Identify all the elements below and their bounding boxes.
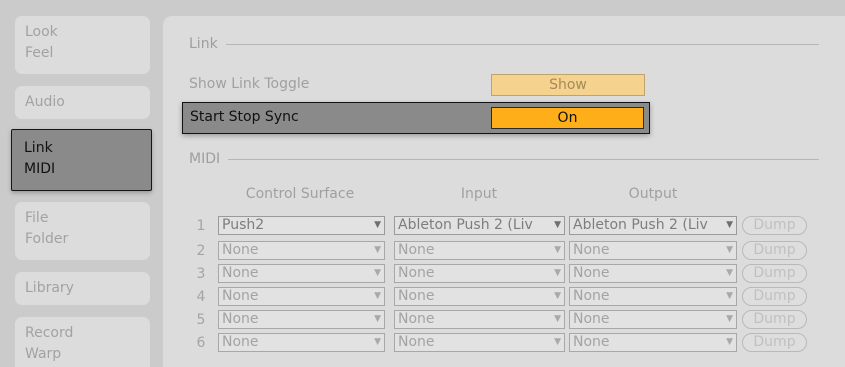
control-surface-dropdown[interactable]: None ▼: [218, 333, 385, 352]
output-dropdown[interactable]: Ableton Push 2 (Liv ▼: [569, 216, 737, 235]
chevron-down-icon: ▼: [554, 245, 561, 255]
dump-button[interactable]: Dump: [742, 310, 807, 329]
chevron-down-icon: ▼: [374, 268, 381, 278]
sidebar-tab-label: MIDI: [24, 161, 56, 177]
link-section-header: Link: [189, 36, 819, 52]
row-number: 6: [196, 335, 206, 351]
sidebar-tab-link-midi[interactable]: Link MIDI: [11, 129, 152, 191]
output-dropdown[interactable]: None ▼: [569, 287, 737, 306]
show-link-toggle-button[interactable]: Show: [491, 74, 645, 96]
sidebar-tab-label: Warp: [25, 346, 62, 362]
dropdown-value: None: [398, 311, 435, 327]
chevron-down-icon: ▼: [726, 314, 733, 324]
row-number: 1: [196, 218, 206, 234]
midi-section-title: MIDI: [189, 151, 221, 167]
chevron-down-icon: ▼: [554, 337, 561, 347]
dropdown-value: None: [222, 265, 259, 281]
input-dropdown[interactable]: None ▼: [394, 310, 565, 329]
chevron-down-icon: ▼: [374, 314, 381, 324]
dropdown-value: None: [398, 288, 435, 304]
chevron-down-icon: ▼: [726, 220, 733, 230]
sidebar-tab-label: File: [25, 210, 49, 226]
dropdown-value: None: [573, 242, 610, 258]
input-dropdown[interactable]: None ▼: [394, 287, 565, 306]
dump-button[interactable]: Dump: [742, 264, 807, 283]
dump-button[interactable]: Dump: [742, 333, 807, 352]
dropdown-value: None: [222, 242, 259, 258]
sidebar-tab-label: Record: [25, 325, 74, 341]
dropdown-value: None: [222, 334, 259, 350]
dropdown-value: Ableton Push 2 (Liv: [573, 217, 708, 233]
dump-button[interactable]: Dump: [742, 241, 807, 260]
sidebar-tab-label: Link: [24, 140, 53, 156]
show-link-toggle-label: Show Link Toggle: [189, 76, 310, 92]
control-surface-dropdown[interactable]: Push2 ▼: [218, 216, 385, 235]
sidebar-tab-audio[interactable]: Audio: [15, 86, 150, 119]
dropdown-value: Push2: [222, 217, 265, 233]
dropdown-value: None: [398, 242, 435, 258]
sidebar-tab-record-warp[interactable]: Record Warp: [15, 317, 150, 367]
dropdown-value: None: [573, 265, 610, 281]
dropdown-value: None: [398, 334, 435, 350]
input-dropdown[interactable]: None ▼: [394, 333, 565, 352]
show-link-toggle-row: Show Link Toggle: [189, 76, 309, 92]
column-header-control-surface: Control Surface: [245, 186, 355, 202]
chevron-down-icon: ▼: [374, 245, 381, 255]
sidebar-tab-file-folder[interactable]: File Folder: [15, 202, 150, 260]
dropdown-value: None: [222, 311, 259, 327]
dropdown-value: None: [573, 334, 610, 350]
row-number: 3: [196, 266, 206, 282]
chevron-down-icon: ▼: [726, 268, 733, 278]
row-number: 5: [196, 312, 206, 328]
input-dropdown[interactable]: Ableton Push 2 (Liv ▼: [394, 216, 565, 235]
dump-button[interactable]: Dump: [742, 216, 807, 235]
sidebar-tab-label: Feel: [25, 45, 54, 61]
dropdown-value: None: [573, 311, 610, 327]
chevron-down-icon: ▼: [554, 314, 561, 324]
dropdown-value: None: [222, 288, 259, 304]
start-stop-sync-label: Start Stop Sync: [190, 109, 299, 125]
row-number: 2: [196, 243, 206, 259]
chevron-down-icon: ▼: [374, 337, 381, 347]
chevron-down-icon: ▼: [726, 337, 733, 347]
input-dropdown[interactable]: None ▼: [394, 264, 565, 283]
column-header-input: Input: [460, 186, 498, 202]
chevron-down-icon: ▼: [374, 291, 381, 301]
output-dropdown[interactable]: None ▼: [569, 310, 737, 329]
output-dropdown[interactable]: None ▼: [569, 264, 737, 283]
chevron-down-icon: ▼: [554, 220, 561, 230]
chevron-down-icon: ▼: [374, 220, 381, 230]
start-stop-sync-button[interactable]: On: [491, 107, 644, 129]
row-number: 4: [196, 289, 206, 305]
output-dropdown[interactable]: None ▼: [569, 241, 737, 260]
chevron-down-icon: ▼: [726, 291, 733, 301]
control-surface-dropdown[interactable]: None ▼: [218, 241, 385, 260]
output-dropdown[interactable]: None ▼: [569, 333, 737, 352]
sidebar-tab-label: Audio: [25, 94, 65, 110]
sidebar-tab-library[interactable]: Library: [15, 272, 150, 305]
dump-button[interactable]: Dump: [742, 287, 807, 306]
column-header-output: Output: [628, 186, 678, 202]
sidebar-tab-look-feel[interactable]: Look Feel: [15, 16, 150, 74]
section-divider: [228, 158, 819, 160]
chevron-down-icon: ▼: [554, 291, 561, 301]
control-surface-dropdown[interactable]: None ▼: [218, 310, 385, 329]
sidebar-tab-label: Look: [25, 24, 58, 40]
control-surface-dropdown[interactable]: None ▼: [218, 287, 385, 306]
link-section-title: Link: [189, 36, 218, 52]
midi-section-header: MIDI: [189, 151, 819, 167]
chevron-down-icon: ▼: [726, 245, 733, 255]
dropdown-value: None: [573, 288, 610, 304]
start-stop-sync-row: Start Stop Sync On: [182, 102, 650, 134]
sidebar-tab-label: Library: [25, 280, 74, 296]
dropdown-value: Ableton Push 2 (Liv: [398, 217, 533, 233]
sidebar-tab-label: Folder: [25, 231, 69, 247]
dropdown-value: None: [398, 265, 435, 281]
section-divider: [225, 43, 819, 45]
chevron-down-icon: ▼: [554, 268, 561, 278]
control-surface-dropdown[interactable]: None ▼: [218, 264, 385, 283]
input-dropdown[interactable]: None ▼: [394, 241, 565, 260]
